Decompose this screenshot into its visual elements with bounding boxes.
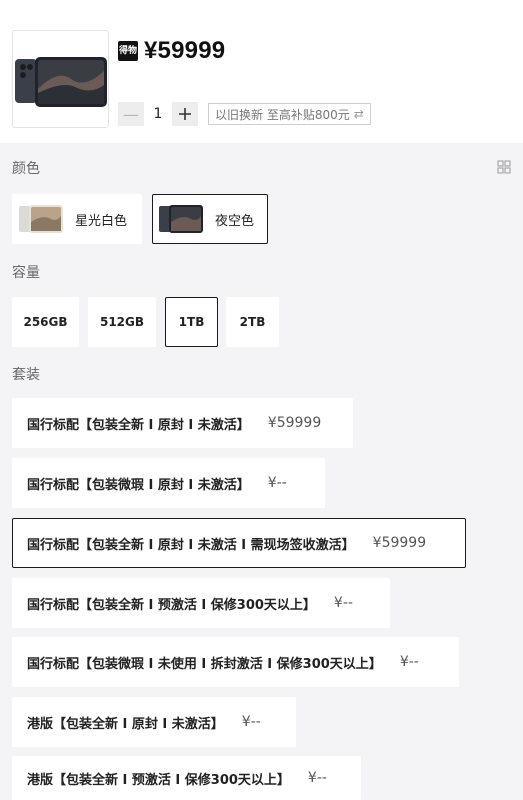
increase-quantity-button[interactable] [172,102,198,126]
trade-in-button[interactable]: 以旧换新 至高补贴800元 ⇄ [208,103,371,125]
package-option-price: ¥-- [399,654,419,670]
package-section-title: 套装 [12,367,40,383]
folding-phone-image [15,57,107,107]
capacity-option-2tb[interactable]: 2TB [226,297,279,347]
capacity-option-256gb[interactable]: 256GB [12,297,79,347]
package-option-label: 国行标配【包装全新 I 原封 I 未激活 I 需现场签收激活】 [27,537,355,553]
package-option-label: 港版【包装全新 I 原封 I 未激活】 [27,716,224,732]
package-option[interactable]: 国行标配【包装微瑕 I 未使用 I 拆封激活 I 保修300天以上】 ¥-- [12,637,459,687]
grid-view-icon[interactable] [497,160,511,174]
product-price: ¥59999 [144,37,226,64]
swap-arrows-icon: ⇄ [353,107,364,121]
package-option-price: ¥59999 [267,415,322,431]
package-option[interactable]: 国行标配【包装全新 I 原封 I 未激活】 ¥59999 [12,398,353,448]
capacity-option-1tb[interactable]: 1TB [165,297,218,347]
color-option-label: 夜空色 [215,213,255,229]
package-option-price: ¥59999 [372,535,427,551]
product-header: 得物 ¥59999 — 1 以旧换新 至高补贴800元 ⇄ [0,0,523,143]
package-option-price: ¥-- [241,714,261,730]
capacity-section-title: 容量 [12,265,40,281]
color-option-label: 星光白色 [75,213,128,229]
starlight-swatch [19,204,63,234]
package-option[interactable]: 港版【包装全新 I 预激活 I 保修300天以上】 ¥-- [12,756,361,800]
night-sky-swatch [159,204,203,234]
package-option-price: ¥-- [307,770,327,786]
package-option-label: 国行标配【包装微瑕 I 原封 I 未激活】 [27,477,250,493]
package-option-label: 国行标配【包装全新 I 原封 I 未激活】 [27,417,250,433]
package-option[interactable]: 国行标配【包装微瑕 I 原封 I 未激活】 ¥-- [12,458,325,508]
capacity-option-512gb[interactable]: 512GB [88,297,156,347]
color-option-starlight[interactable]: 星光白色 [12,194,142,244]
decrease-quantity-button[interactable]: — [118,102,144,126]
package-option[interactable]: 国行标配【包装全新 I 原封 I 未激活 I 需现场签收激活】 ¥59999 [12,518,466,568]
plus-icon [179,108,191,120]
brand-badge: 得物 [118,41,138,61]
quantity-value: 1 [153,106,163,122]
color-section-title: 颜色 [12,161,40,177]
trade-in-label: 以旧换新 至高补贴800元 [215,107,350,122]
package-option-price: ¥-- [333,595,353,611]
color-option-night-sky[interactable]: 夜空色 [152,194,268,244]
package-option-price: ¥-- [267,475,287,491]
product-thumbnail [12,30,109,128]
package-option[interactable]: 港版【包装全新 I 原封 I 未激活】 ¥-- [12,697,296,747]
package-option[interactable]: 国行标配【包装全新 I 预激活 I 保修300天以上】 ¥-- [12,578,390,628]
package-option-label: 港版【包装全新 I 预激活 I 保修300天以上】 [27,772,290,788]
price-row: 得物 ¥59999 [118,36,225,66]
quantity-stepper: — 1 以旧换新 至高补贴800元 ⇄ [118,102,371,126]
package-option-label: 国行标配【包装全新 I 预激活 I 保修300天以上】 [27,597,316,613]
package-option-label: 国行标配【包装微瑕 I 未使用 I 拆封激活 I 保修300天以上】 [27,656,382,672]
